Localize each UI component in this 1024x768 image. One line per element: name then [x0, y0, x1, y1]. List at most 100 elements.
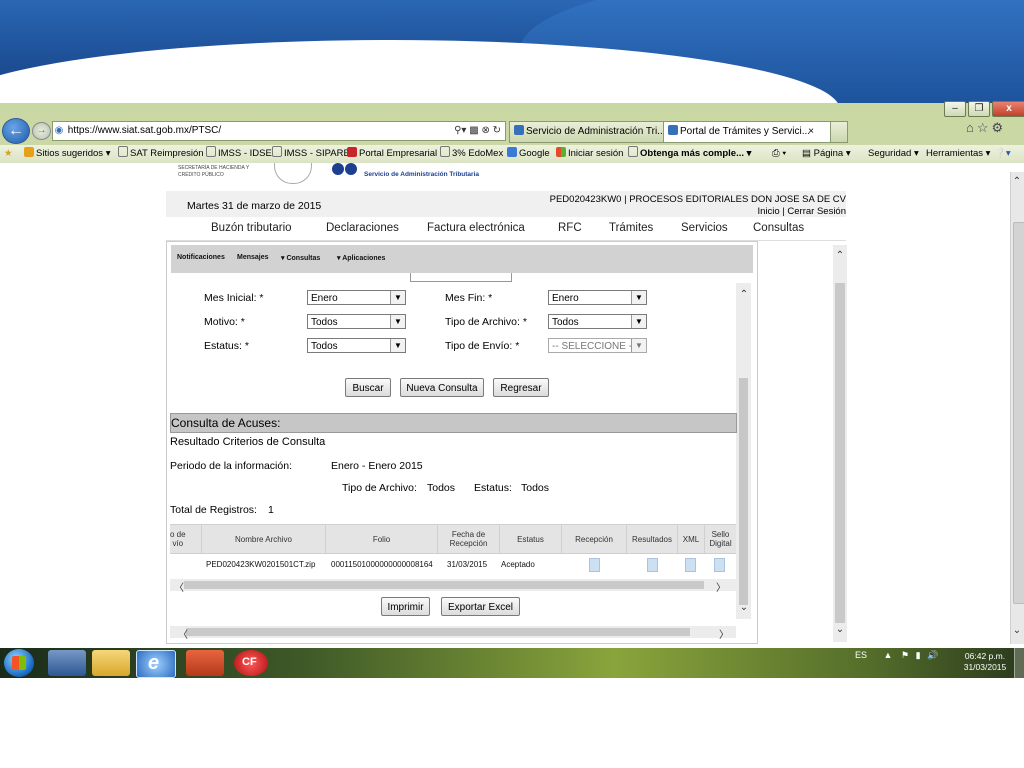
fav-imss-sipare[interactable]: IMSS - SIPARE — [272, 145, 350, 163]
minimize-icon[interactable]: – — [944, 101, 966, 117]
scroll-left-icon[interactable]: 〈 — [172, 579, 186, 594]
refresh-icon[interactable]: ↻ — [493, 125, 501, 136]
mes-inicial-select[interactable]: Enero ▼ — [307, 290, 406, 305]
resultados-document-icon[interactable] — [647, 558, 658, 572]
nav-tramites[interactable]: Trámites — [609, 222, 653, 234]
clock[interactable]: 06:42 p.m. 31/03/2015 — [955, 651, 1015, 673]
nav-factura-electronica[interactable]: Factura electrónica — [427, 222, 525, 234]
favorites-star-icon[interactable]: ★ — [4, 145, 13, 163]
help-icon[interactable]: ❔▾ — [994, 145, 1011, 163]
portal-icon — [347, 147, 357, 157]
inner-scrollbar[interactable] — [736, 283, 751, 619]
nav-servicios[interactable]: Servicios — [681, 222, 728, 234]
powerpoint-icon[interactable] — [186, 650, 224, 676]
fav-sitios-sugeridos[interactable]: Sitios sugeridos ▾ — [24, 145, 110, 163]
search-icon[interactable]: ⚲ — [454, 125, 461, 136]
tray-arrow-icon[interactable]: ▲ — [884, 650, 893, 660]
network-icon[interactable]: ▮ — [916, 650, 921, 660]
table-hscrollbar[interactable] — [170, 579, 736, 591]
frame-hscrollbar[interactable] — [170, 626, 736, 638]
fav-portal-empresarial[interactable]: Portal Empresarial — [347, 145, 437, 163]
favorites-star-icon[interactable]: ☆ — [977, 120, 992, 135]
subnav-consultas[interactable]: ▾ Consultas — [281, 254, 320, 262]
scroll-up-icon[interactable]: ⌃ — [1010, 176, 1024, 187]
scroll-left-icon[interactable]: 〈 — [176, 626, 190, 641]
subnav-aplicaciones[interactable]: ▾ Aplicaciones — [337, 254, 385, 262]
page-scrollbar-thumb[interactable] — [1013, 222, 1024, 604]
lock-icon[interactable]: ▩ — [469, 125, 478, 136]
tab-close-icon[interactable]: × — [808, 122, 814, 142]
exportar-excel-button[interactable]: Exportar Excel — [441, 597, 520, 616]
fav-imss-idse[interactable]: IMSS - IDSE — [206, 145, 272, 163]
buscar-button[interactable]: Buscar — [345, 378, 391, 397]
forward-icon[interactable]: → — [32, 122, 51, 140]
tipo-archivo-select[interactable]: Todos ▼ — [548, 314, 647, 329]
new-tab-button[interactable] — [830, 121, 848, 143]
frame-scrollbar[interactable] — [833, 245, 847, 642]
tipo-archivo-summary-label: Tipo de Archivo: — [342, 482, 417, 494]
show-desktop-button[interactable] — [1014, 648, 1024, 678]
sat-logo-icon — [332, 163, 358, 178]
gear-icon[interactable]: ⚙ — [992, 120, 1007, 135]
scroll-right-icon[interactable]: 〉 — [714, 579, 728, 594]
fav-sat-reimpresion[interactable]: SAT Reimpresión — [118, 145, 204, 163]
subnav-notificaciones[interactable]: Notificaciones — [177, 254, 225, 261]
scroll-down-icon[interactable]: ⌄ — [833, 624, 847, 635]
close-window-icon[interactable]: x — [992, 101, 1024, 117]
start-button[interactable] — [4, 649, 34, 677]
nav-consultas[interactable]: Consultas — [753, 222, 804, 234]
address-bar[interactable]: ◉ https://www.siat.sat.gob.mx/PTSC/ ⚲▾ ▩… — [52, 121, 506, 141]
frame-scrollbar-thumb[interactable] — [835, 283, 845, 623]
favorites-bar: ★ Sitios sugeridos ▾ SAT Reimpresión IMS… — [0, 145, 1024, 164]
session-links[interactable]: Inicio | Cerrar Sesión — [500, 206, 846, 217]
app-cf-icon[interactable]: CF — [234, 650, 268, 676]
xml-document-icon[interactable] — [685, 558, 696, 572]
tab-sat[interactable]: Servicio de Administración Tri... — [509, 121, 667, 143]
motivo-select[interactable]: Todos ▼ — [307, 314, 406, 329]
scroll-down-icon[interactable]: ⌄ — [737, 602, 751, 613]
mes-fin-select[interactable]: Enero ▼ — [548, 290, 647, 305]
nav-rfc[interactable]: RFC — [558, 222, 582, 234]
print-icon[interactable]: ⎙ ▾ — [772, 145, 786, 163]
scroll-up-icon[interactable]: ⌃ — [737, 289, 751, 300]
language-indicator[interactable]: ES — [855, 650, 867, 660]
tab-portal-tramites[interactable]: Portal de Trámites y Servici... × — [663, 121, 835, 143]
fav-iniciar-sesion[interactable]: Iniciar sesión — [556, 145, 623, 163]
scroll-up-icon[interactable]: ⌃ — [833, 250, 847, 261]
imprimir-button[interactable]: Imprimir — [381, 597, 430, 616]
rfc-company: PED020423KW0 | PROCESOS EDITORIALES DON … — [549, 194, 846, 205]
frame-hscrollbar-thumb[interactable] — [186, 628, 690, 636]
subnav-mensajes[interactable]: Mensajes — [237, 254, 269, 261]
tools-menu[interactable]: Herramientas ▾ — [926, 145, 990, 163]
periodo-label: Periodo de la información: — [170, 460, 292, 472]
chevron-down-icon: ▼ — [390, 315, 405, 328]
scroll-down-icon[interactable]: ⌄ — [1010, 625, 1024, 636]
page-scrollbar[interactable] — [1010, 172, 1024, 644]
nav-declaraciones[interactable]: Declaraciones — [326, 222, 399, 234]
estatus-select[interactable]: Todos ▼ — [307, 338, 406, 353]
scroll-right-icon[interactable]: 〉 — [717, 626, 731, 641]
restore-icon[interactable]: ❐ — [968, 101, 990, 117]
chevron-down-icon: ▼ — [631, 339, 646, 352]
nueva-consulta-button[interactable]: Nueva Consulta — [400, 378, 484, 397]
internet-explorer-icon[interactable]: e — [136, 650, 176, 678]
page-menu[interactable]: ▤ Página ▾ — [802, 145, 851, 163]
inner-scrollbar-thumb[interactable] — [739, 378, 748, 605]
show-desktop-icon[interactable] — [48, 650, 86, 676]
fav-google[interactable]: Google — [507, 145, 550, 163]
nav-buzon-tributario[interactable]: Buzón tributario — [211, 222, 292, 234]
back-icon[interactable]: ← — [2, 118, 30, 144]
table-hscrollbar-thumb[interactable] — [184, 581, 704, 589]
regresar-button[interactable]: Regresar — [493, 378, 549, 397]
volume-icon[interactable]: 🔊 — [927, 650, 938, 660]
home-icon[interactable]: ⌂ — [966, 120, 977, 135]
recepcion-document-icon[interactable] — [589, 558, 600, 572]
security-menu[interactable]: Seguridad ▾ — [868, 145, 919, 163]
fav-obtenga-mas[interactable]: Obtenga más comple... ▾ — [628, 145, 751, 163]
flag-icon[interactable]: ⚑ — [901, 650, 909, 660]
file-explorer-icon[interactable] — [92, 650, 130, 676]
stop-icon[interactable]: ⊗ — [481, 125, 489, 136]
tipo-envio-select[interactable]: -- SELECCIONE -- ▼ — [548, 338, 647, 353]
fav-edomex[interactable]: 3% EdoMex — [440, 145, 503, 163]
sello-document-icon[interactable] — [714, 558, 725, 572]
